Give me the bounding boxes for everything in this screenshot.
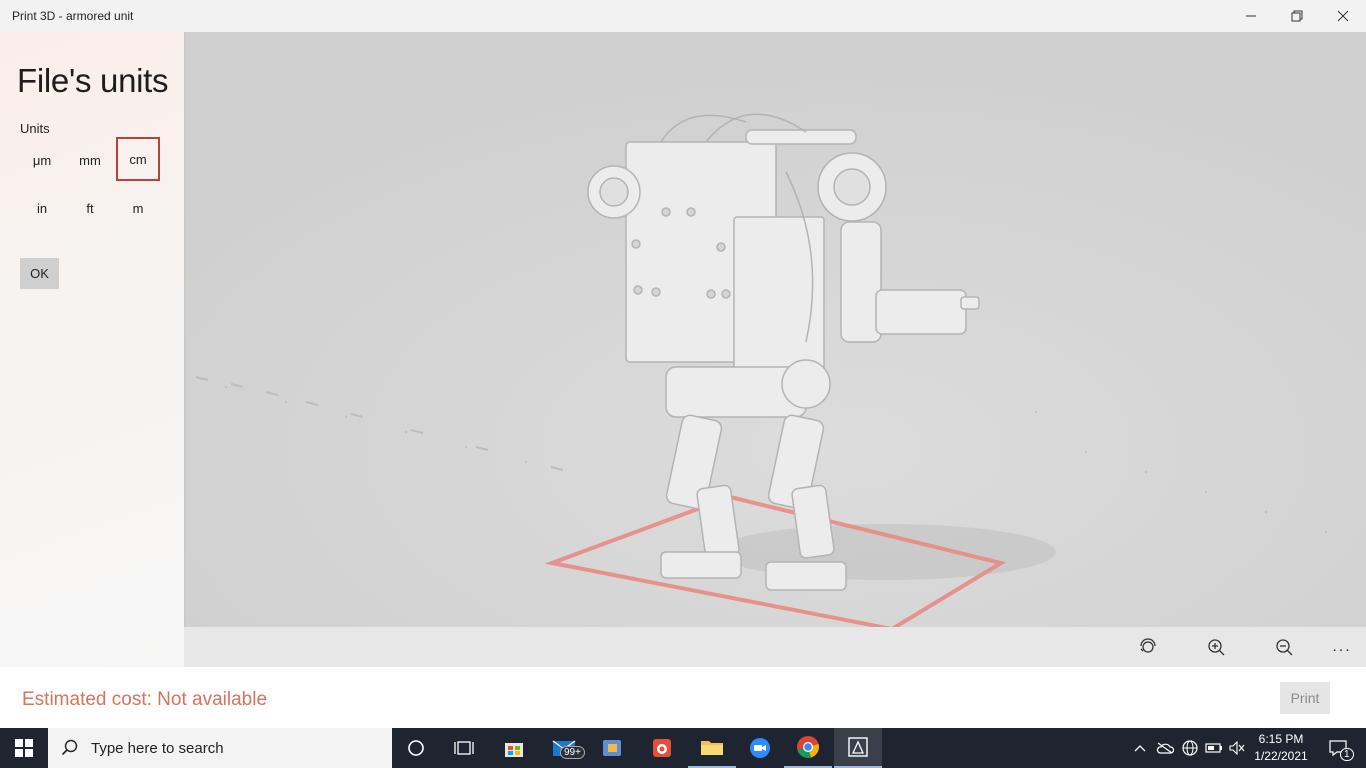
show-hidden-icons-button[interactable] bbox=[1130, 728, 1150, 768]
volume-muted-icon bbox=[1229, 741, 1245, 755]
zoom-in-button[interactable] bbox=[1196, 632, 1236, 662]
estimated-cost-text: Estimated cost: Not available bbox=[22, 689, 268, 710]
unit-millimeter-button[interactable]: mm bbox=[68, 138, 112, 182]
battery-button[interactable] bbox=[1204, 728, 1224, 768]
start-button[interactable] bbox=[0, 728, 48, 768]
camera-app[interactable] bbox=[638, 728, 686, 768]
search-placeholder: Type here to search bbox=[91, 739, 224, 757]
cloud-offline-icon bbox=[1156, 742, 1174, 754]
cortana-button[interactable] bbox=[392, 728, 440, 768]
video-editor-icon bbox=[603, 740, 621, 756]
clock-time: 6:15 PM bbox=[1258, 732, 1304, 746]
search-icon bbox=[61, 739, 78, 756]
cortana-icon bbox=[408, 740, 424, 756]
ok-button[interactable]: OK bbox=[20, 258, 59, 289]
more-options-button[interactable]: ... bbox=[1322, 632, 1362, 662]
restore-button[interactable] bbox=[1274, 0, 1320, 32]
file-explorer-app[interactable] bbox=[688, 728, 736, 768]
zoom-app[interactable] bbox=[736, 728, 784, 768]
print-3d-icon bbox=[848, 737, 868, 757]
zoom-in-icon bbox=[1208, 639, 1225, 656]
globe-icon bbox=[1182, 740, 1198, 756]
zoom-out-icon bbox=[1276, 639, 1293, 656]
chrome-app[interactable] bbox=[784, 728, 832, 768]
store-app[interactable] bbox=[490, 728, 538, 768]
print3d-app[interactable] bbox=[834, 728, 882, 768]
zoom-meeting-icon bbox=[750, 738, 770, 758]
unit-inch-button[interactable]: in bbox=[20, 186, 64, 230]
camera-icon bbox=[653, 739, 671, 757]
units-panel: File's units Units μm mm cm in ft m OK bbox=[0, 32, 184, 667]
title-bar: Print 3D - armored unit bbox=[0, 0, 1366, 32]
notification-count: 1 bbox=[1340, 748, 1354, 761]
taskbar-search-box[interactable]: Type here to search bbox=[48, 728, 392, 768]
clock-date: 1/22/2021 bbox=[1254, 749, 1308, 763]
onedrive-button[interactable] bbox=[1155, 728, 1175, 768]
unit-foot-button[interactable]: ft bbox=[68, 186, 112, 230]
panel-title: File's units bbox=[17, 62, 169, 99]
unit-micrometer-button[interactable]: μm bbox=[20, 138, 64, 182]
windows-logo-icon bbox=[15, 739, 33, 757]
footer-bar: Estimated cost: Not available Print bbox=[0, 667, 1366, 728]
mail-badge: 99+ bbox=[560, 746, 585, 759]
chrome-icon bbox=[797, 736, 819, 758]
volume-button[interactable] bbox=[1227, 728, 1247, 768]
task-view-icon bbox=[454, 741, 474, 755]
print-button[interactable]: Print bbox=[1280, 682, 1330, 714]
minimize-button[interactable] bbox=[1228, 0, 1274, 32]
units-label: Units bbox=[20, 121, 50, 136]
reset-view-button[interactable] bbox=[1128, 632, 1168, 662]
reset-view-icon bbox=[1140, 638, 1156, 653]
network-button[interactable] bbox=[1180, 728, 1200, 768]
taskbar-clock[interactable]: 6:15 PM 1/22/2021 bbox=[1252, 731, 1310, 765]
battery-icon bbox=[1205, 743, 1222, 753]
chevron-up-icon bbox=[1134, 745, 1146, 752]
close-button[interactable] bbox=[1320, 0, 1366, 32]
window-title: Print 3D - armored unit bbox=[12, 9, 134, 23]
folder-icon bbox=[701, 741, 723, 755]
unit-meter-button[interactable]: m bbox=[116, 186, 160, 230]
3d-viewport[interactable] bbox=[184, 32, 1366, 627]
view-toolbar: ... bbox=[184, 627, 1366, 667]
video-app[interactable] bbox=[588, 728, 636, 768]
more-icon: ... bbox=[1332, 638, 1352, 655]
minimize-icon bbox=[1246, 15, 1256, 17]
unit-centimeter-button[interactable]: cm bbox=[116, 137, 160, 181]
taskbar: Type here to search 99+ 6:15 PM 1/22/202… bbox=[0, 728, 1366, 768]
restore-icon bbox=[1291, 10, 1303, 22]
model-render bbox=[186, 32, 1366, 627]
zoom-out-button[interactable] bbox=[1264, 632, 1304, 662]
task-view-button[interactable] bbox=[440, 728, 488, 768]
close-icon bbox=[1337, 10, 1349, 22]
store-icon bbox=[505, 743, 523, 757]
action-center-button[interactable]: 1 bbox=[1318, 728, 1358, 768]
